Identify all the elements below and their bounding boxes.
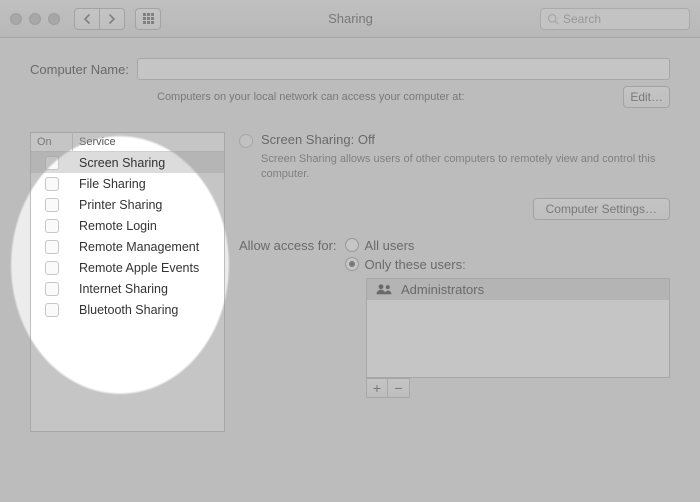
grid-icon [143, 13, 154, 24]
computer-name-label: Computer Name: [30, 62, 129, 77]
allowed-users-list[interactable]: Administrators [366, 278, 670, 378]
service-checkbox[interactable] [45, 156, 59, 170]
content-area: Computer Name: Computers on your local n… [0, 38, 700, 448]
service-row[interactable]: Bluetooth Sharing [31, 299, 224, 320]
computer-name-hint: Computers on your local network can acce… [157, 91, 465, 103]
services-header-on: On [31, 133, 73, 151]
services-header-service: Service [73, 133, 224, 151]
service-row[interactable]: Remote Management [31, 236, 224, 257]
forward-button[interactable] [99, 8, 125, 30]
service-checkbox[interactable] [45, 282, 59, 296]
access-only-users-label: Only these users: [365, 257, 466, 272]
minimize-window-icon[interactable] [29, 13, 41, 25]
access-all-users-option[interactable]: All users [345, 238, 466, 253]
zoom-window-icon[interactable] [48, 13, 60, 25]
remove-user-button[interactable]: − [388, 378, 410, 398]
search-icon [547, 13, 559, 25]
search-input[interactable]: Search [540, 8, 690, 30]
allow-access-label: Allow access for: [239, 238, 337, 253]
service-row[interactable]: Screen Sharing [31, 152, 224, 173]
chevron-right-icon [108, 14, 116, 24]
window-title: Sharing [171, 11, 530, 26]
service-label: Bluetooth Sharing [73, 303, 224, 317]
window-toolbar: Sharing Search [0, 0, 700, 38]
plus-icon: + [373, 380, 381, 396]
list-item[interactable]: Administrators [367, 279, 669, 300]
radio-icon [345, 238, 359, 252]
service-label: Printer Sharing [73, 198, 224, 212]
service-row[interactable]: Internet Sharing [31, 278, 224, 299]
people-icon [375, 283, 393, 295]
service-checkbox[interactable] [45, 261, 59, 275]
service-checkbox[interactable] [45, 219, 59, 233]
show-all-button[interactable] [135, 8, 161, 30]
computer-settings-button[interactable]: Computer Settings… [533, 198, 670, 220]
computer-name-hint-row: Computers on your local network can acce… [157, 86, 670, 108]
service-row[interactable]: Printer Sharing [31, 194, 224, 215]
chevron-left-icon [83, 14, 91, 24]
service-label: Remote Apple Events [73, 261, 224, 275]
nav-group [74, 8, 125, 30]
service-detail-description: Screen Sharing allows users of other com… [261, 152, 670, 182]
services-header: On Service [31, 133, 224, 152]
edit-hostname-button[interactable]: Edit… [623, 86, 670, 108]
service-label: Screen Sharing [73, 156, 224, 170]
search-placeholder: Search [563, 12, 601, 26]
add-user-button[interactable]: + [366, 378, 388, 398]
service-row[interactable]: File Sharing [31, 173, 224, 194]
radio-selected-icon [345, 257, 359, 271]
service-label: Remote Login [73, 219, 224, 233]
service-detail-title: Screen Sharing: Off [261, 132, 375, 147]
back-button[interactable] [74, 8, 100, 30]
service-state-indicator-icon [239, 134, 253, 148]
service-checkbox[interactable] [45, 177, 59, 191]
user-name: Administrators [401, 282, 484, 297]
traffic-lights [10, 13, 60, 25]
service-checkbox[interactable] [45, 303, 59, 317]
minus-icon: − [394, 380, 402, 396]
service-label: File Sharing [73, 177, 224, 191]
service-checkbox[interactable] [45, 240, 59, 254]
close-window-icon[interactable] [10, 13, 22, 25]
access-only-users-option[interactable]: Only these users: [345, 257, 466, 272]
service-label: Internet Sharing [73, 282, 224, 296]
service-label: Remote Management [73, 240, 224, 254]
service-row[interactable]: Remote Login [31, 215, 224, 236]
user-list-controls: + − [366, 378, 670, 398]
service-row[interactable]: Remote Apple Events [31, 257, 224, 278]
computer-name-row: Computer Name: [30, 58, 670, 80]
access-all-users-label: All users [365, 238, 415, 253]
services-list: On Service Screen Sharing File Sharing Pri… [30, 132, 225, 432]
computer-name-field[interactable] [137, 58, 670, 80]
service-detail: Screen Sharing: Off Screen Sharing allow… [239, 132, 670, 432]
service-checkbox[interactable] [45, 198, 59, 212]
